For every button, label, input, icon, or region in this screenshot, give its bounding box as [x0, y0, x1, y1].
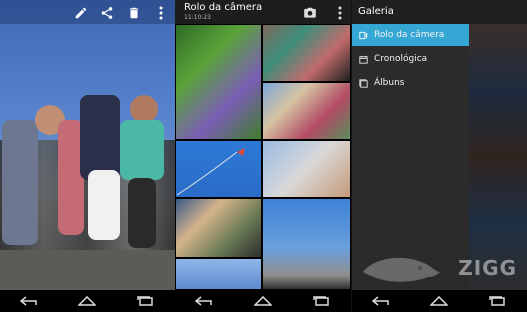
drawer-item-label: Álbuns — [374, 78, 405, 88]
system-nav-bar — [175, 290, 351, 312]
photo-tile[interactable] — [175, 258, 262, 290]
back-icon[interactable] — [372, 296, 390, 306]
drawer-toolbar: Galeria — [352, 0, 527, 24]
share-icon[interactable] — [98, 4, 116, 22]
albums-icon — [352, 78, 374, 89]
photo-tile[interactable] — [262, 24, 351, 82]
drawer-item-chronological[interactable]: Cronológica — [352, 48, 469, 70]
overflow-menu-icon[interactable] — [331, 4, 349, 22]
system-nav-bar — [352, 290, 527, 312]
app-title: Galeria — [358, 6, 394, 17]
back-icon[interactable] — [195, 296, 213, 306]
page-title: Rolo da câmera — [184, 2, 263, 13]
home-icon[interactable] — [253, 296, 272, 306]
camera-icon[interactable] — [301, 4, 319, 22]
photo-tile[interactable] — [262, 82, 351, 140]
back-icon[interactable] — [20, 296, 38, 306]
photo-tile[interactable] — [175, 24, 262, 140]
photo-person — [2, 120, 38, 245]
drawer-item-label: Rolo da câmera — [374, 30, 445, 40]
system-nav-bar — [0, 290, 175, 312]
recent-apps-icon[interactable] — [489, 296, 507, 306]
photo-ground — [0, 250, 175, 290]
recent-apps-icon[interactable] — [137, 296, 155, 306]
recent-apps-icon[interactable] — [312, 296, 331, 306]
drawer-item-albums[interactable]: Álbuns — [352, 72, 469, 94]
photo-viewer-panel — [0, 0, 175, 312]
delete-icon[interactable] — [125, 4, 143, 22]
photo-tile[interactable] — [175, 198, 262, 258]
drawer-item-label: Cronológica — [374, 54, 428, 64]
photo-person — [120, 120, 164, 180]
full-photo[interactable] — [0, 0, 175, 290]
photo-person — [130, 95, 158, 123]
kite-line — [176, 148, 245, 196]
photo-tile[interactable] — [262, 140, 351, 198]
photo-grid — [175, 24, 351, 290]
calendar-icon — [352, 54, 374, 65]
watermark: ZIGG — [352, 246, 527, 288]
timestamp: 11:10:23 — [184, 14, 211, 21]
watermark-text: ZIGG — [458, 256, 517, 280]
home-icon[interactable] — [78, 296, 97, 306]
photo-person — [88, 170, 120, 240]
overflow-menu-icon[interactable] — [152, 4, 170, 22]
gallery-grid-panel: Rolo da câmera 11:10:23 — [175, 0, 351, 312]
home-icon[interactable] — [430, 296, 449, 306]
photo-person — [80, 95, 120, 180]
edit-icon[interactable] — [72, 4, 90, 22]
navigation-drawer-panel: Galeria Rolo da câmera Cronológica Álbun… — [352, 0, 527, 312]
drawer-item-camera-roll[interactable]: Rolo da câmera — [352, 24, 469, 46]
camera-roll-icon — [352, 30, 374, 41]
photo-viewer-toolbar — [0, 0, 175, 24]
whale-logo-icon — [363, 257, 440, 282]
gallery-toolbar: Rolo da câmera 11:10:23 — [175, 0, 351, 24]
photo-person — [128, 178, 156, 248]
photo-tile[interactable] — [262, 198, 351, 290]
